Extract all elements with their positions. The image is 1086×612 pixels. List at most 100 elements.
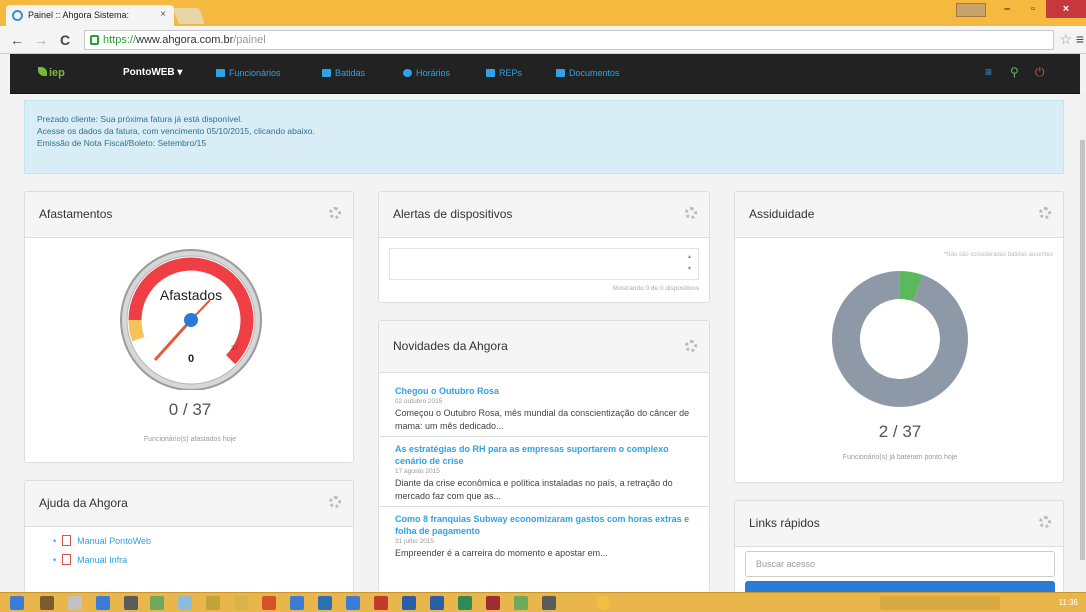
close-window-button[interactable]: × [1046,0,1086,18]
taskbar-app-icon[interactable] [40,596,54,610]
taskbar-app-icon[interactable] [96,596,110,610]
gear-icon[interactable] [329,207,341,219]
reload-button[interactable]: C [60,32,70,48]
news-title[interactable]: Chegou o Outubro Rosa [395,385,693,397]
nav-label: Batidas [335,68,366,78]
pdf-icon [62,535,72,546]
tab-title: Painel :: Ahgora Sistema: [28,10,130,20]
nav-label: Documentos [569,68,620,78]
tab-close-icon[interactable]: × [160,9,166,20]
alert-line: Prezado cliente: Sua próxima fatura já e… [37,114,243,124]
news-item[interactable]: Chegou o Outubro Rosa 02 outubro 2015 Co… [379,373,709,437]
nav-documentos[interactable]: Documentos [556,68,620,78]
news-date: 17 agosto 2015 [395,468,440,475]
nav-reps[interactable]: REPs [486,68,522,78]
list-icon[interactable]: ≡ [985,65,992,79]
alert-line[interactable]: Acesse os dados da fatura, com venciment… [37,125,1051,137]
panel-title: Afastamentos [39,207,113,221]
gear-icon[interactable] [329,496,341,508]
system-tray[interactable] [880,596,1000,610]
quick-link-search-input[interactable]: Buscar acesso [745,551,1055,577]
news-body: Começou o Outubro Rosa, mês mundial da c… [395,408,690,431]
invoice-alert: Prezado cliente: Sua próxima fatura já e… [24,100,1064,174]
help-link-label: Manual Infra [77,555,128,565]
news-body: Diante da crise econômica e política ins… [395,478,673,501]
taskbar-app-icon[interactable] [514,596,528,610]
search-icon[interactable]: ⚲ [1010,65,1019,79]
taskbar-app-icon[interactable] [402,596,416,610]
minimize-button[interactable]: – [994,0,1020,18]
assiduidade-panel: Assiduidade *Não são consideradas batida… [734,191,1064,483]
panel-header: Novidades da Ahgora [379,321,709,373]
back-button[interactable]: ← [10,32,24,48]
nav-batidas[interactable]: Batidas [322,68,365,78]
gear-icon[interactable] [1039,207,1051,219]
news-title[interactable]: As estratégias do RH para as empresas su… [395,443,693,467]
start-icon[interactable] [10,596,24,610]
help-link-manual-pontoweb[interactable]: • Manual PontoWeb [53,535,353,546]
absence-caption: Funcionário(s) afastados hoje [143,436,237,443]
panel-header: Links rápidos [735,501,1063,547]
help-link-label: Manual PontoWeb [77,536,152,546]
taskbar-app-icon[interactable] [458,596,472,610]
nav-funcionarios[interactable]: Funcionários [216,68,281,78]
attendance-ratio: 2 / 37 [878,422,922,441]
panel-title: Links rápidos [749,516,820,530]
maximize-button[interactable]: ▫ [1020,0,1046,18]
url-input[interactable]: https://www.ahgora.com.br/painel [84,30,1054,50]
attendance-donut [832,271,968,407]
taskbar-app-icon[interactable] [150,596,164,610]
browser-tab[interactable]: Painel :: Ahgora Sistema: × [6,5,174,26]
absence-gauge: Afastados 0 37 [120,249,262,390]
taskbar-app-icon[interactable] [542,596,556,610]
gear-icon[interactable] [685,207,697,219]
news-date: 31 julho 2015 [395,538,435,545]
devices-list[interactable]: ▴ ▾ [389,248,699,280]
taskbar-app-icon[interactable] [430,596,444,610]
gear-icon[interactable] [1039,516,1051,528]
news-item[interactable]: As estratégias do RH para as empresas su… [379,437,709,507]
panel-header: Afastamentos [25,192,353,238]
taskbar-app-icon[interactable] [290,596,304,610]
forward-button[interactable]: → [34,32,48,48]
news-item[interactable]: Como 8 franquias Subway economizaram gas… [379,507,709,563]
pontoweb-dropdown[interactable]: PontoWEB ▾ [123,67,182,78]
nav-label: Funcionários [229,68,281,78]
taskbar-app-icon[interactable] [346,596,360,610]
help-link-manual-infra[interactable]: • Manual Infra [53,554,353,565]
lock-icon [90,35,99,45]
new-tab-button[interactable] [173,8,205,24]
devices-footer: Mostrando 0 de 0 dispositivos [613,285,699,292]
gear-icon[interactable] [685,340,697,352]
address-bar: ← → C https://www.ahgora.com.br/painel ☆… [0,26,1086,54]
user-profile-badge[interactable] [956,3,986,17]
taskbar-app-icon[interactable] [68,596,82,610]
bookmark-star-icon[interactable]: ☆ [1059,31,1072,48]
chrome-icon[interactable] [596,596,610,610]
list-scrollbar[interactable]: ▴ ▾ [688,251,696,277]
taskbar-app-icon[interactable] [178,596,192,610]
logout-icon[interactable]: ⏻ [1035,65,1045,80]
taskbar-app-icon[interactable] [262,596,276,610]
taskbar-app-icon[interactable] [486,596,500,610]
panel-title: Ajuda da Ahgora [39,496,128,510]
quick-link-button[interactable] [745,581,1055,592]
assiduidade-note: *Não são consideradas batidas ausentes [943,252,1053,258]
page-scrollbar-thumb[interactable] [1080,140,1085,560]
logo-text: iep [49,67,65,79]
iep-logo[interactable]: iep [38,67,65,79]
users-icon [216,69,225,77]
news-title[interactable]: Como 8 franquias Subway economizaram gas… [395,513,693,537]
taskbar-app-icon[interactable] [374,596,388,610]
browser-menu-icon[interactable]: ≡ [1076,31,1084,47]
taskbar-app-icon[interactable] [124,596,138,610]
taskbar-app-icon[interactable] [234,596,248,610]
taskbar-clock: 11:36 [1058,598,1078,607]
alert-line: Emissão de Nota Fiscal/Boleto: Setembro/… [37,138,207,148]
taskbar-app-icon[interactable] [318,596,332,610]
news-body: Empreender é a carreira do momento e apo… [395,548,608,558]
taskbar-app-icon[interactable] [206,596,220,610]
nav-horarios[interactable]: Horários [403,68,450,78]
panel-header: Alertas de dispositivos [379,192,709,238]
browser-titlebar: Painel :: Ahgora Sistema: × – ▫ × [0,0,1086,26]
